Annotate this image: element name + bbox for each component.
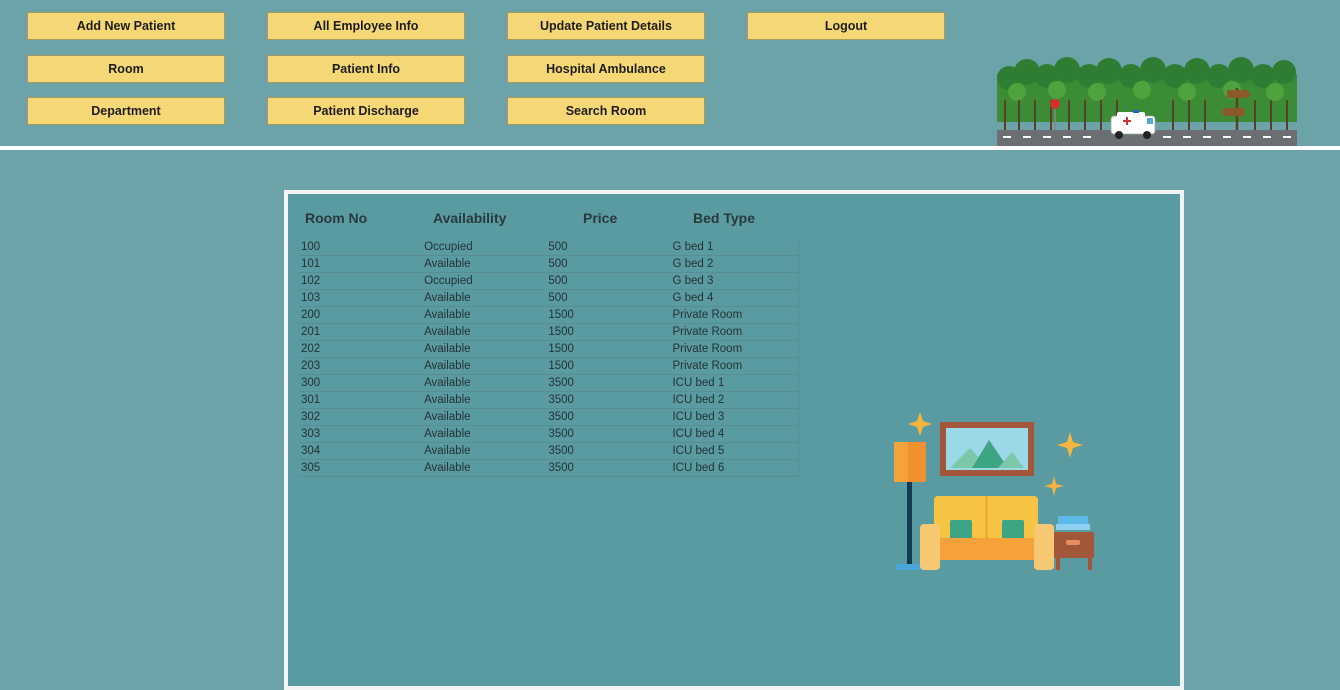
room-no-cell: 101 [299,255,423,273]
price-cell: 500 [546,289,671,307]
price-cell: 1500 [546,306,671,324]
logout-button[interactable]: Logout [747,12,945,40]
room-no-cell: 203 [299,357,423,375]
room-no-cell: 301 [299,391,423,409]
bed-type-cell: G bed 2 [670,255,800,273]
room-no-cell: 303 [299,425,423,443]
table-row[interactable]: 100 Occupied 500 G bed 1 [299,239,800,256]
table-row[interactable]: 201 Available 1500 Private Room [299,323,800,341]
table-row[interactable]: 303 Available 3500 ICU bed 4 [299,425,800,443]
table-row[interactable]: 304 Available 3500 ICU bed 5 [299,442,800,460]
bed-type-cell: Private Room [670,340,800,358]
room-no-cell: 102 [299,272,423,290]
room-no-cell: 302 [299,408,423,426]
price-cell: 3500 [546,459,671,477]
availability-cell: Occupied [422,272,547,290]
availability-cell: Available [422,391,547,409]
patient-discharge-button[interactable]: Patient Discharge [267,97,465,125]
room-no-cell: 103 [299,289,423,307]
price-cell: 500 [546,239,671,256]
sofa-room-icon [894,412,1094,570]
table-row[interactable]: 103 Available 500 G bed 4 [299,289,800,307]
room-no-cell: 100 [299,239,423,256]
header-room-no: Room No [305,210,368,226]
room-no-cell: 201 [299,323,423,341]
header-price: Price [583,210,618,226]
price-cell: 500 [546,255,671,273]
room-button[interactable]: Room [27,55,225,83]
availability-cell: Available [422,425,547,443]
price-cell: 3500 [546,442,671,460]
availability-cell: Available [422,255,547,273]
availability-cell: Available [422,442,547,460]
patient-info-button[interactable]: Patient Info [267,55,465,83]
search-room-button[interactable]: Search Room [507,97,705,125]
table-row[interactable]: 301 Available 3500 ICU bed 2 [299,391,800,409]
price-cell: 3500 [546,391,671,409]
availability-cell: Available [422,340,547,358]
table-row[interactable]: 302 Available 3500 ICU bed 3 [299,408,800,426]
table-row[interactable]: 305 Available 3500 ICU bed 6 [299,459,800,477]
room-no-cell: 305 [299,459,423,477]
department-button[interactable]: Department [27,97,225,125]
price-cell: 1500 [546,357,671,375]
price-cell: 1500 [546,323,671,341]
header-bed-type: Bed Type [693,210,755,226]
room-panel: Room No Availability Price Bed Type 100 O… [284,190,1184,690]
bed-type-cell: ICU bed 5 [670,442,800,460]
room-no-cell: 304 [299,442,423,460]
room-table-header: Room No Availability Price Bed Type [301,210,821,232]
availability-cell: Available [422,323,547,341]
header-divider [0,146,1340,150]
header-availability: Availability [433,210,507,226]
bed-type-cell: ICU bed 6 [670,459,800,477]
room-no-cell: 202 [299,340,423,358]
top-toolbar: Add New Patient All Employee Info Update… [0,0,1340,146]
bed-type-cell: ICU bed 1 [670,374,800,392]
update-patient-details-button[interactable]: Update Patient Details [507,12,705,40]
availability-cell: Available [422,357,547,375]
bed-type-cell: G bed 4 [670,289,800,307]
bed-type-cell: ICU bed 2 [670,391,800,409]
bed-type-cell: Private Room [670,306,800,324]
availability-cell: Available [422,289,547,307]
bed-type-cell: G bed 1 [670,239,800,256]
price-cell: 3500 [546,408,671,426]
add-new-patient-button[interactable]: Add New Patient [27,12,225,40]
bed-type-cell: Private Room [670,357,800,375]
hospital-ambulance-button[interactable]: Hospital Ambulance [507,55,705,83]
ambulance-road-icon [997,57,1297,146]
bed-type-cell: ICU bed 4 [670,425,800,443]
table-row[interactable]: 203 Available 1500 Private Room [299,357,800,375]
availability-cell: Occupied [422,239,547,256]
table-row[interactable]: 300 Available 3500 ICU bed 1 [299,374,800,392]
availability-cell: Available [422,306,547,324]
availability-cell: Available [422,374,547,392]
table-row[interactable]: 200 Available 1500 Private Room [299,306,800,324]
availability-cell: Available [422,459,547,477]
all-employee-info-button[interactable]: All Employee Info [267,12,465,40]
bed-type-cell: ICU bed 3 [670,408,800,426]
bed-type-cell: G bed 3 [670,272,800,290]
room-no-cell: 200 [299,306,423,324]
availability-cell: Available [422,408,547,426]
price-cell: 1500 [546,340,671,358]
price-cell: 3500 [546,425,671,443]
table-row[interactable]: 102 Occupied 500 G bed 3 [299,272,800,290]
room-table: 100 Occupied 500 G bed 1 101 Available 500 G be… [299,239,800,477]
table-row[interactable]: 202 Available 1500 Private Room [299,340,800,358]
room-no-cell: 300 [299,374,423,392]
table-row[interactable]: 101 Available 500 G bed 2 [299,255,800,273]
price-cell: 500 [546,272,671,290]
bed-type-cell: Private Room [670,323,800,341]
price-cell: 3500 [546,374,671,392]
